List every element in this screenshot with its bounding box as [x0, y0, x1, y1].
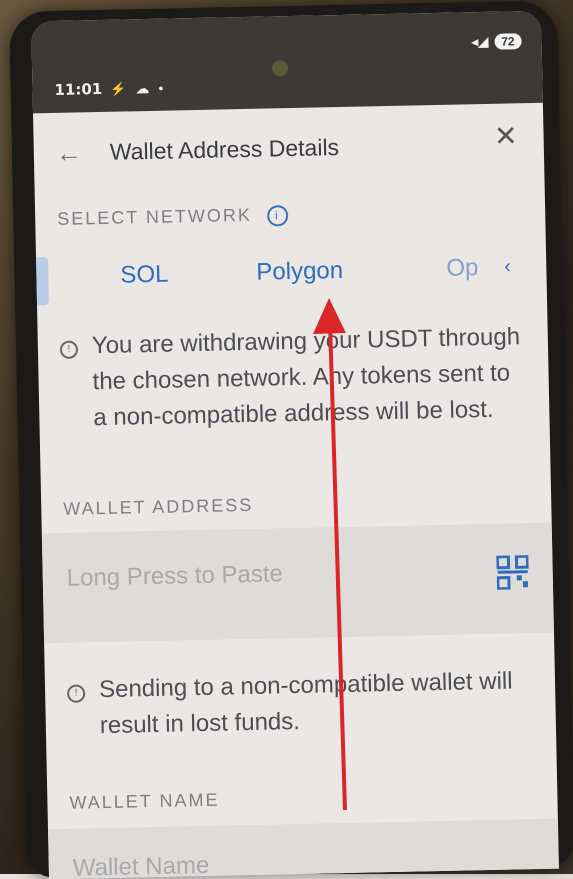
status-icons: ⚡ ☁ • — [110, 80, 167, 97]
tab-polygon[interactable]: Polygon — [256, 257, 343, 287]
back-arrow-icon[interactable]: ← — [56, 137, 97, 169]
wallet-name-label: WALLET NAME — [69, 789, 220, 813]
info-icon: ! — [59, 340, 79, 359]
qr-code-icon[interactable] — [496, 555, 530, 590]
chevron-left-icon[interactable]: ‹ — [504, 255, 511, 278]
network-warning-text: You are withdrawing your USDT through th… — [91, 323, 521, 432]
network-warning: ! You are withdrawing your USDT through … — [59, 319, 528, 437]
wallet-warning-text: Sending to a non-compatible wallet will … — [98, 667, 513, 740]
wallet-address-label: WALLET ADDRESS — [63, 494, 254, 519]
wallet-address-placeholder: Long Press to Paste — [66, 560, 284, 592]
select-network-label: SELECT NETWORK i — [57, 204, 289, 231]
tab-scroll-indicator — [36, 257, 50, 306]
page-title: Wallet Address Details — [109, 133, 340, 165]
info-icon: ! — [66, 684, 86, 703]
wallet-warning: ! Sending to a non-compatible wallet wil… — [66, 663, 534, 745]
front-camera — [271, 60, 289, 77]
status-bar: 11:01 ⚡ ☁ • ◂◢ 72 — [31, 10, 543, 114]
status-time: 11:01 — [54, 79, 103, 99]
tab-sol[interactable]: SOL — [120, 261, 169, 290]
info-icon[interactable]: i — [266, 204, 289, 227]
battery-indicator: 72 — [494, 33, 522, 50]
tab-op[interactable]: Op — [446, 254, 479, 283]
status-right: ◂◢ 72 — [472, 33, 522, 50]
select-network-text: SELECT NETWORK — [57, 204, 253, 229]
network-tabs: SOL Polygon Op ‹ — [36, 239, 547, 310]
wallet-address-field[interactable]: Long Press to Paste — [41, 522, 554, 644]
wallet-name-placeholder: Wallet Name — [72, 851, 210, 879]
phone-screen: 11:01 ⚡ ☁ • ◂◢ 72 ← Wallet Address Detai… — [31, 10, 559, 879]
signal-icon: ◂◢ — [471, 33, 489, 50]
wallet-name-field[interactable]: Wallet Name — [47, 818, 559, 879]
page-header: ← Wallet Address Details ✕ — [33, 103, 545, 194]
close-icon[interactable]: ✕ — [494, 119, 518, 152]
